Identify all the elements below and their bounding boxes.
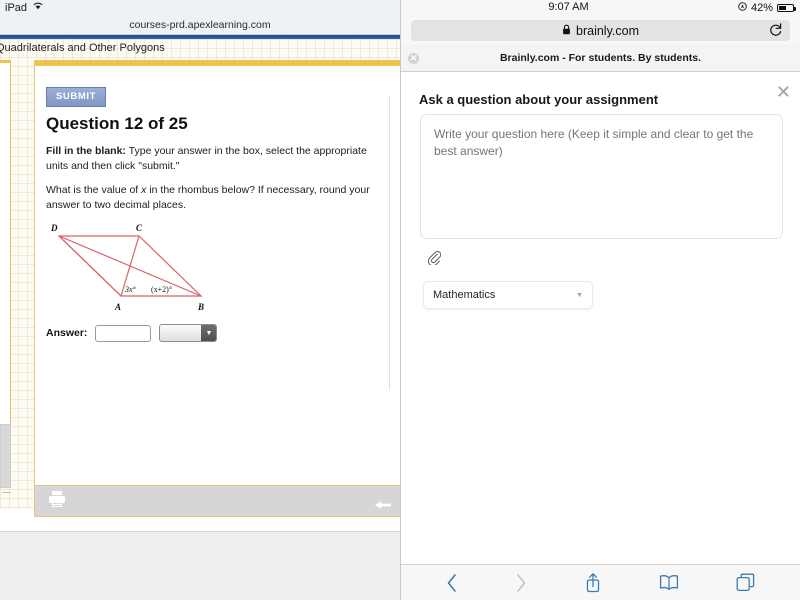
left-rail-subpanel <box>0 424 11 488</box>
left-address-bar[interactable]: courses-prd.apexlearning.com <box>0 16 400 35</box>
screen: iPad courses-prd.apexlearning.com Quadri… <box>0 0 800 600</box>
answer-label: Answer: <box>46 327 88 339</box>
right-status-bar: 9:07 AM 42% <box>401 0 800 16</box>
brainly-ask-modal: ✕ Ask a question about your assignment M… <box>401 72 800 558</box>
paperclip-icon[interactable] <box>427 250 442 268</box>
left-rail-divider <box>2 492 11 493</box>
prompt-text-1: What is the value of <box>46 184 142 196</box>
clock: 9:07 AM <box>548 1 589 13</box>
left-bottom-grey-area <box>0 531 400 600</box>
url-text: brainly.com <box>576 23 639 38</box>
question-prompt: What is the value of x in the rhombus be… <box>46 183 390 213</box>
units-select[interactable]: ▼ <box>159 324 218 342</box>
left-status-bar: iPad <box>0 0 400 16</box>
tabs-icon[interactable] <box>736 573 755 592</box>
lesson-title: Quadrilaterals and Other Polygons <box>0 42 165 54</box>
left-url-text: courses-prd.apexlearning.com <box>129 19 271 31</box>
wifi-icon <box>32 1 44 13</box>
angle-label-2: (x+2)° <box>151 285 172 294</box>
book-icon[interactable] <box>659 574 679 591</box>
right-pane-safari-brainly: 9:07 AM 42% brainly.com ✕ Brainly.com - … <box>400 0 800 600</box>
vertex-label-A: A <box>114 302 121 312</box>
left-rail-column <box>0 60 11 445</box>
subject-select[interactable]: Mathematics ▼ <box>423 281 593 309</box>
chevron-right-icon <box>515 573 527 593</box>
angle-label-1: 3x° <box>124 285 137 294</box>
course-footer-toolbar <box>34 485 400 517</box>
modal-title: Ask a question about your assignment <box>419 92 659 107</box>
battery-icon <box>777 4 796 12</box>
subject-value: Mathematics <box>433 289 496 301</box>
close-icon[interactable]: ✕ <box>408 53 419 64</box>
rhombus-diagram: D C A B 3x° (x+2)° <box>41 218 241 313</box>
device-label: iPad <box>5 2 28 14</box>
chevron-down-icon: ▼ <box>201 325 217 341</box>
answer-row: Answer: ▼ <box>46 324 218 342</box>
close-icon[interactable]: ✕ <box>776 83 791 101</box>
lock-icon <box>562 24 571 38</box>
left-pane-apex-learning: iPad courses-prd.apexlearning.com Quadri… <box>0 0 400 600</box>
question-textarea[interactable] <box>420 114 783 239</box>
vertex-label-B: B <box>197 302 204 312</box>
chevron-left-icon[interactable] <box>446 573 458 593</box>
chevron-down-icon: ▼ <box>576 291 583 299</box>
reload-icon[interactable] <box>768 22 783 41</box>
vertex-label-D: D <box>50 223 58 233</box>
answer-input[interactable] <box>95 324 152 342</box>
content-scrollbar-track[interactable] <box>389 95 390 390</box>
right-address-bar: brainly.com <box>401 16 800 45</box>
vertex-label-C: C <box>136 223 143 233</box>
back-arrow-icon[interactable] <box>374 497 392 515</box>
submit-button[interactable]: SUBMIT <box>46 87 107 107</box>
url-input[interactable]: brainly.com <box>411 20 790 41</box>
instruction-label: Fill in the blank: <box>46 145 126 157</box>
question-heading: Question 12 of 25 <box>46 114 188 133</box>
tab-title: Brainly.com - For students. By students. <box>499 52 702 64</box>
browser-tab[interactable]: ✕ Brainly.com - For students. By student… <box>401 45 800 72</box>
share-icon[interactable] <box>585 572 601 593</box>
question-content-inner: SUBMIT Question 12 of 25 Fill in the bla… <box>35 66 400 485</box>
safari-toolbar <box>401 564 800 600</box>
question-content-card: SUBMIT Question 12 of 25 Fill in the bla… <box>34 60 400 485</box>
question-instruction: Fill in the blank: Type your answer in t… <box>46 144 390 174</box>
printer-icon[interactable] <box>47 490 67 513</box>
